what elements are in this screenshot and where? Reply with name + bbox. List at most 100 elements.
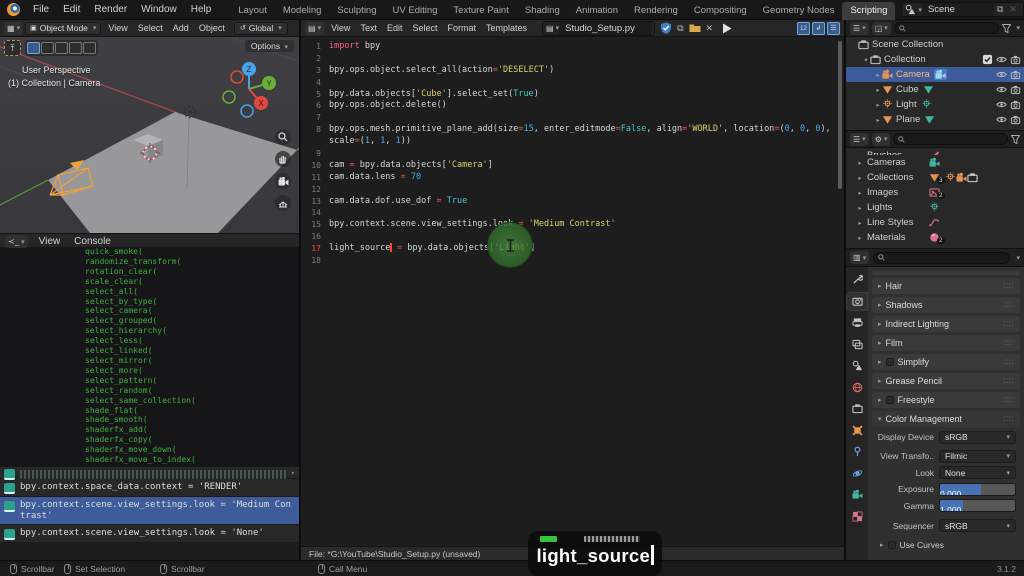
code-line[interactable]: 12 (301, 184, 844, 196)
panel-indirect-lighting[interactable]: ▸Indirect Lighting:::: (872, 316, 1020, 333)
properties-tab-physics-icon[interactable] (847, 465, 867, 482)
disable-render-icon[interactable] (1010, 99, 1021, 110)
hide-eye-icon[interactable] (996, 84, 1007, 95)
box-select-icon[interactable] (41, 42, 54, 54)
text-menu-select[interactable]: Select (407, 23, 442, 33)
register-shield-icon[interactable] (660, 22, 672, 34)
autocomplete-suggestion[interactable]: rotation_clear( (0, 267, 299, 277)
outliner-row-scene-collection[interactable]: Scene Collection (846, 37, 1024, 52)
editor-type-text-icon[interactable]: ▤▾ (305, 22, 324, 35)
look-dropdown[interactable]: None▾ (939, 466, 1016, 479)
autocomplete-suggestion[interactable]: randomize_transform( (0, 257, 299, 267)
menu-help[interactable]: Help (184, 4, 219, 15)
code-line[interactable]: scale=(1, 1, 1)) (301, 136, 844, 148)
properties-tab-output-icon[interactable] (847, 314, 867, 331)
code-line[interactable]: 14 (301, 207, 844, 219)
panel-freestyle[interactable]: ▸Freestyle:::: (872, 392, 1020, 409)
hide-eye-icon[interactable] (996, 114, 1007, 125)
panel-checkbox[interactable] (886, 396, 894, 404)
expand-icon[interactable]: ▸ (874, 101, 882, 109)
options-dropdown[interactable]: Options ▾ (245, 40, 294, 52)
properties-tab-tool-icon[interactable] (847, 271, 867, 288)
info-log-row[interactable]: bpy.context.scene.view_settings.look = '… (0, 525, 299, 543)
properties-tab-render-icon[interactable] (847, 293, 867, 310)
workspace-tab-geometry-nodes[interactable]: Geometry Nodes (755, 2, 843, 20)
text-datablock[interactable]: ▤▾ Studio_Setup.py (542, 21, 655, 36)
code-line[interactable]: 6bpy.ops.object.delete() (301, 100, 844, 112)
panel-grip[interactable]: :::: (1003, 281, 1014, 290)
display-mode-blend-file-icon[interactable]: ⚙▾ (872, 133, 891, 146)
code-line[interactable]: 16 (301, 231, 844, 243)
zoom-icon[interactable] (275, 129, 291, 145)
code-line[interactable]: 11cam.data.lens = 70 (301, 172, 844, 184)
text-menu-edit[interactable]: Edit (382, 23, 408, 33)
expand-icon[interactable]: ▸ (874, 71, 882, 79)
expand-icon[interactable]: ▾ (862, 56, 870, 64)
code-line[interactable]: 1import bpy (301, 41, 844, 53)
filter-icon[interactable] (1002, 24, 1011, 33)
viewport-canvas[interactable]: ⤒ Options ▾ User Perspective (1) Collect… (0, 37, 299, 233)
autocomplete-suggestion[interactable]: select_mirror( (0, 356, 299, 366)
autocomplete-suggestion[interactable]: select_same_collection( (0, 396, 299, 406)
script-filename[interactable]: Studio_Setup.py (559, 22, 651, 35)
code-line[interactable]: 15bpy.context.scene.view_settings.look =… (301, 219, 844, 231)
grid-toggle-icon[interactable] (275, 195, 291, 211)
light-data-icon[interactable] (921, 99, 932, 110)
autocomplete-suggestion[interactable]: shaderfx_move_to_index( (0, 455, 299, 465)
console-menu-console[interactable]: Console (67, 236, 118, 247)
panel-color-management[interactable]: ▾ Color Management :::: (872, 411, 1020, 428)
autocomplete-suggestion[interactable]: shade_flat( (0, 406, 299, 416)
copy-icon[interactable]: ⧉ (674, 23, 686, 34)
data-row-collections[interactable]: ▸Collections3 (846, 170, 1024, 185)
lasso-select-icon[interactable] (69, 42, 82, 54)
disable-render-icon[interactable] (1010, 114, 1021, 125)
workspace-tab-uv-editing[interactable]: UV Editing (385, 2, 446, 20)
copy-icon[interactable]: ⧉ (994, 4, 1006, 15)
expand-icon[interactable]: ▸ (856, 189, 864, 197)
workspace-tab-compositing[interactable]: Compositing (686, 2, 755, 20)
pick-select-icon[interactable] (83, 42, 96, 54)
expand-icon[interactable]: ▸ (856, 174, 864, 182)
view-transform-dropdown[interactable]: Filmic▾ (939, 450, 1016, 463)
panel-grip[interactable]: :::: (1003, 395, 1014, 404)
viewport-menu-add[interactable]: Add (168, 23, 194, 33)
expand-icon[interactable]: ▸ (856, 159, 864, 167)
close-icon[interactable]: ✕ (703, 23, 717, 34)
menu-render[interactable]: Render (87, 4, 134, 15)
autocomplete-suggestion[interactable]: select_less( (0, 336, 299, 346)
display-mode-icon[interactable]: ◲▾ (872, 22, 891, 35)
code-line[interactable]: 17light_source = bpy.data.objects['Light… (301, 243, 844, 255)
pan-hand-icon[interactable] (275, 151, 291, 167)
data-row-brushes[interactable]: ▸Brushes4 (846, 148, 1024, 155)
properties-tab-data-icon[interactable] (847, 486, 867, 503)
autocomplete-suggestion[interactable]: select_all( (0, 287, 299, 297)
properties-tab-object-icon[interactable] (847, 422, 867, 439)
checkbox-icon[interactable] (982, 54, 993, 65)
expand-icon[interactable]: ▸ (856, 204, 864, 212)
properties-tab-texture-icon[interactable] (847, 508, 867, 525)
workspace-tab-layout[interactable]: Layout (230, 2, 275, 20)
filter-icon[interactable] (1011, 135, 1020, 144)
editor-type-console-icon[interactable]: ≺_▾ (5, 235, 28, 248)
panel-grip[interactable]: :::: (1003, 376, 1014, 385)
code-line[interactable]: 8bpy.ops.mesh.primitive_plane_add(size=1… (301, 124, 844, 136)
panel-shadows[interactable]: ▸Shadows:::: (872, 297, 1020, 314)
select-tool-button[interactable]: ⤒ (4, 40, 21, 56)
data-row-line-styles[interactable]: ▸Line Styles (846, 215, 1024, 230)
code-line[interactable]: 3bpy.ops.object.select_all(action='DESEL… (301, 65, 844, 77)
outliner-row-cube[interactable]: ▸Cube (846, 82, 1024, 97)
autocomplete-suggestion[interactable]: scale_clear( (0, 277, 299, 287)
panel-performance[interactable]: ▸Performance:::: (872, 271, 1020, 276)
hide-eye-icon[interactable] (996, 99, 1007, 110)
menu-edit[interactable]: Edit (56, 4, 87, 15)
panel-checkbox[interactable] (886, 358, 894, 366)
workspace-tab-sculpting[interactable]: Sculpting (329, 2, 384, 20)
console-menu-view[interactable]: View (32, 236, 68, 247)
code-line[interactable]: 18 (301, 255, 844, 267)
data-search-input[interactable] (893, 133, 1008, 145)
mesh-data-icon[interactable] (923, 84, 934, 95)
hide-eye-icon[interactable] (996, 69, 1007, 80)
outliner-search-input[interactable] (894, 22, 1000, 34)
properties-search-input[interactable] (873, 252, 1010, 264)
workspace-tab-shading[interactable]: Shading (517, 2, 568, 20)
